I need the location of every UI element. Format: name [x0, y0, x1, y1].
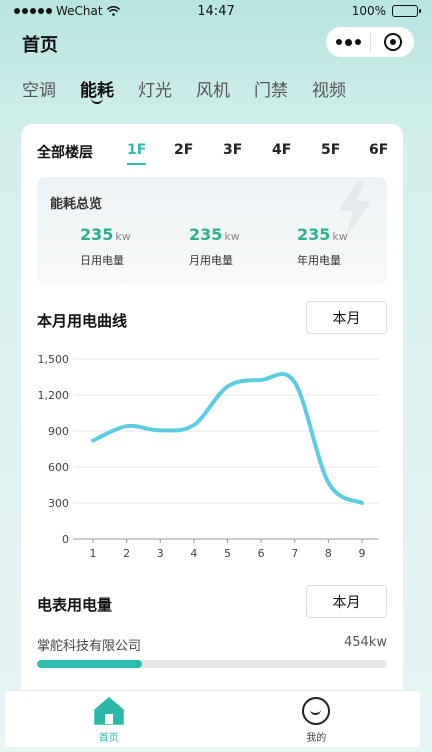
overview-title: 能耗总览 — [50, 197, 103, 212]
home-icon — [94, 697, 124, 725]
profile-icon — [302, 697, 331, 725]
meter-company-name: 掌舵科技有限公司 — [37, 639, 142, 654]
close-target-icon[interactable] — [371, 33, 414, 51]
more-icon[interactable] — [326, 38, 370, 46]
battery-label: 100% — [351, 4, 386, 18]
stat-yearly: 235 kw 年用电量 — [297, 225, 377, 268]
floor-filter: 全部楼层 1F 2F 3F 4F 5F 6F — [37, 142, 397, 166]
energy-card: 全部楼层 1F 2F 3F 4F 5F 6F 能耗总览 235 kw 日用电量 2… — [21, 124, 403, 704]
stat-monthly-label: 月用电量 — [189, 254, 233, 267]
stat-monthly-unit: kw — [224, 230, 240, 243]
usage-series-line — [91, 371, 364, 505]
x-tick-label: 2 — [123, 547, 130, 560]
floor-tab-5f[interactable]: 5F — [321, 142, 340, 158]
meter-progress-fill — [37, 660, 142, 668]
x-tick-label: 8 — [325, 547, 332, 560]
x-tick-label: 6 — [258, 547, 265, 560]
stat-daily-value: 235 — [80, 225, 114, 244]
x-tick-label: 5 — [224, 547, 231, 560]
floor-tab-2f[interactable]: 2F — [174, 142, 193, 158]
meter-value: 454kw — [344, 635, 387, 650]
tabbar-profile-label: 我的 — [306, 733, 327, 744]
floor-tab-4f[interactable]: 4F — [272, 142, 291, 158]
tabbar-profile[interactable]: 我的 — [213, 691, 421, 747]
stat-monthly-value: 235 — [189, 225, 223, 244]
floor-tab-6f[interactable]: 6F — [369, 142, 388, 158]
tab-video[interactable]: 视频 — [312, 76, 346, 101]
stat-daily-unit: kw — [115, 230, 131, 243]
x-tick-label: 7 — [291, 547, 298, 560]
y-tick-label: 1,500 — [38, 353, 70, 366]
bottom-tabbar: 首页 我的 — [5, 690, 420, 747]
tab-lighting[interactable]: 灯光 — [138, 76, 172, 101]
tab-energy[interactable]: 能耗 — [80, 76, 114, 104]
meter-period-button[interactable]: 本月 — [306, 585, 387, 618]
stat-monthly: 235 kw 月用电量 — [189, 225, 269, 268]
monthly-usage-chart: 0 300 600 900 1,200 1,500 1 2 3 4 5 6 7 8 9 — [38, 353, 379, 560]
status-bar: WeChat 14:47 100% — [0, 0, 432, 24]
x-tick-label: 3 — [157, 547, 164, 560]
battery-icon — [392, 5, 421, 17]
y-tick-label: 300 — [48, 497, 69, 510]
y-tick-label: 1,200 — [38, 389, 70, 402]
y-tick-label: 900 — [48, 425, 69, 438]
stat-daily-label: 日用电量 — [80, 254, 124, 267]
curve-section-title: 本月用电曲线 — [37, 312, 128, 330]
tab-fan[interactable]: 风机 — [196, 76, 230, 101]
category-tabs: 空调 能耗 灯光 风机 门禁 视频 — [22, 76, 370, 104]
battery-status: 100% — [351, 4, 421, 18]
y-tick-label: 0 — [62, 533, 69, 546]
stat-yearly-label: 年用电量 — [297, 254, 341, 267]
active-tab-indicator — [91, 98, 103, 104]
tabbar-home-label: 首页 — [98, 733, 119, 744]
stat-yearly-value: 235 — [297, 225, 331, 244]
floor-tab-1f[interactable]: 1F — [127, 142, 147, 165]
tab-ac[interactable]: 空调 — [22, 76, 56, 101]
x-tick-label: 4 — [190, 547, 197, 560]
page-title: 首页 — [22, 35, 58, 56]
tab-access[interactable]: 门禁 — [254, 76, 288, 101]
x-tick-label: 1 — [90, 547, 97, 560]
stat-daily: 235 kw 日用电量 — [80, 225, 160, 268]
meter-item: 掌舵科技有限公司 454kw — [37, 635, 387, 654]
energy-overview: 能耗总览 235 kw 日用电量 235 kw 月用电量 235 kw 年用电量 — [37, 177, 387, 285]
meter-progress-bar — [37, 660, 387, 668]
y-tick-label: 600 — [48, 461, 69, 474]
meter-section-title: 电表用电量 — [37, 596, 113, 614]
tabbar-home[interactable]: 首页 — [5, 691, 213, 747]
floor-tab-3f[interactable]: 3F — [223, 142, 242, 158]
x-tick-label: 9 — [359, 547, 366, 560]
curve-period-button[interactable]: 本月 — [306, 301, 387, 334]
stat-yearly-unit: kw — [332, 230, 348, 243]
floor-filter-label[interactable]: 全部楼层 — [37, 142, 93, 162]
miniprogram-capsule — [326, 27, 414, 57]
